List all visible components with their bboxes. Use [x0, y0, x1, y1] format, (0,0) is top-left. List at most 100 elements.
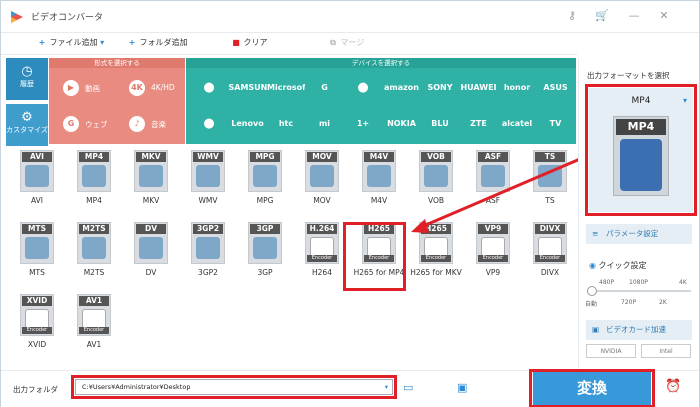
- format-label: XVID: [27, 340, 47, 349]
- device-sony[interactable]: SONY: [421, 70, 459, 106]
- format-tile[interactable]: AVI AVI: [7, 148, 67, 218]
- format-tile[interactable]: MOV MOV: [292, 148, 352, 218]
- format-label: WMV: [198, 196, 218, 205]
- minimize-button[interactable]: —: [625, 7, 643, 25]
- device-htc[interactable]: htc: [267, 106, 305, 142]
- device-zte[interactable]: ZTE: [460, 106, 498, 142]
- format-label: TS: [545, 196, 555, 205]
- format-tile[interactable]: TS TS: [520, 148, 580, 218]
- device-tv[interactable]: TV: [537, 106, 575, 142]
- format-thumbnail-icon: MPG: [248, 150, 282, 192]
- dropdown-arrow-icon[interactable]: ▾: [100, 38, 104, 47]
- format-tile[interactable]: MKV MKV: [121, 148, 181, 218]
- device-icon-0[interactable]: ●: [190, 70, 228, 106]
- format-thumb-title: M4V: [364, 152, 394, 162]
- device-huawei[interactable]: HUAWEI: [460, 70, 498, 106]
- format-tile[interactable]: 3GP2 3GP2: [178, 220, 238, 290]
- encoder-badge: Encoder: [478, 255, 508, 262]
- history-category[interactable]: ◷ 履歴: [6, 58, 48, 100]
- format-tile[interactable]: ASF ASF: [463, 148, 523, 218]
- cart-icon[interactable]: 🛒: [593, 7, 611, 25]
- close-button[interactable]: ✕: [655, 7, 673, 25]
- quality-480p: 480P: [599, 279, 615, 286]
- format-video[interactable]: ▶ 動画: [53, 72, 117, 104]
- alarm-clock-icon[interactable]: ⏰: [665, 379, 681, 394]
- format-thumbnail-icon: VOB: [419, 150, 453, 192]
- format-tile[interactable]: XVID Encoder XVID: [7, 292, 67, 362]
- format-thumb-title: MP4: [79, 152, 109, 162]
- format-web-label: ウェブ: [85, 120, 108, 129]
- gpu-acceleration-button[interactable]: ▣ ビデオカード加速: [586, 320, 692, 340]
- format-thumbnail-icon: MKV: [134, 150, 168, 192]
- format-tile[interactable]: AV1 Encoder AV1: [64, 292, 124, 362]
- motorola-icon: ●: [203, 116, 215, 131]
- device-icon-0[interactable]: ●: [190, 106, 228, 142]
- format-thumb-title: 3GP2: [193, 224, 223, 234]
- format-thumbnail-icon: MOV: [305, 150, 339, 192]
- parameter-settings-button[interactable]: ≡ パラメータ設定: [586, 224, 692, 244]
- device-icon-4[interactable]: ●: [344, 70, 382, 106]
- toolbar: + ファイル追加 ▾ + フォルダ追加 ■ クリア ⧉ マージ: [1, 33, 577, 55]
- device-microsoft[interactable]: Microsoft: [267, 70, 305, 106]
- format-tile[interactable]: DV DV: [121, 220, 181, 290]
- quality-4k: 4K: [679, 279, 687, 286]
- format-label: DIVX: [540, 268, 560, 277]
- device-1-[interactable]: 1+: [344, 106, 382, 142]
- encoder-badge: Encoder: [22, 327, 52, 334]
- format-label: MTS: [29, 268, 45, 277]
- device-samsung[interactable]: SAMSUNG: [229, 70, 267, 106]
- format-art: [253, 165, 277, 187]
- format-tile[interactable]: VOB VOB: [406, 148, 466, 218]
- customize-category[interactable]: ⚙ カスタマイズ: [6, 104, 48, 146]
- format-tile[interactable]: MTS MTS: [7, 220, 67, 290]
- device-amazon[interactable]: amazon: [383, 70, 421, 106]
- device-nokia[interactable]: NOKIA: [383, 106, 421, 142]
- format-web[interactable]: G ウェブ: [53, 108, 117, 140]
- add-file-button[interactable]: + ファイル追加 ▾: [37, 37, 104, 51]
- nvidia-badge[interactable]: NVIDIA: [586, 344, 636, 358]
- device-honor[interactable]: honor: [498, 70, 536, 106]
- device-alcatel[interactable]: alcatel: [498, 106, 536, 142]
- device-g[interactable]: G: [306, 70, 344, 106]
- category-sidebar: ◷ 履歴 ⚙ カスタマイズ: [6, 58, 48, 146]
- format-thumb-title: AVI: [22, 152, 52, 162]
- format-label: AV1: [86, 340, 102, 349]
- clear-button[interactable]: ■ クリア: [231, 37, 267, 51]
- add-folder-button[interactable]: + フォルダ追加: [127, 37, 188, 51]
- format-music-label: 音楽: [151, 120, 166, 129]
- format-grid: AVI AVI MP4 MP4 MKV MKV WMV WMV MPG MPG MOV MOV M4V M…: [7, 148, 577, 370]
- device-mi[interactable]: mi: [306, 106, 344, 142]
- quality-slider[interactable]: [589, 290, 691, 292]
- folder-browse-icon[interactable]: ▣: [457, 381, 467, 394]
- format-tile[interactable]: DIVX Encoder DIVX: [520, 220, 580, 290]
- title-bar: ビデオコンバータ ⚷ 🛒 — ✕: [1, 1, 699, 33]
- format-tile[interactable]: VP9 Encoder VP9: [463, 220, 523, 290]
- format-thumbnail-icon: TS: [533, 150, 567, 192]
- format-tile[interactable]: WMV WMV: [178, 148, 238, 218]
- format-music[interactable]: ♪ 音楽: [119, 108, 183, 140]
- format-label: VP9: [485, 268, 501, 277]
- merge-button[interactable]: ⧉ マージ: [328, 37, 364, 51]
- format-tile[interactable]: MPG MPG: [235, 148, 295, 218]
- format-thumb-title: H.264: [307, 224, 337, 234]
- output-folder-label: 出力フォルダ: [13, 385, 58, 394]
- format-thumbnail-icon: DV: [134, 222, 168, 264]
- format-tile[interactable]: M4V M4V: [349, 148, 409, 218]
- plus-icon: +: [38, 38, 46, 47]
- format-tile[interactable]: MP4 MP4: [64, 148, 124, 218]
- device-lenovo[interactable]: Lenovo: [229, 106, 267, 142]
- format-tile[interactable]: M2TS M2TS: [64, 220, 124, 290]
- output-format-title: 出力フォーマットを選択: [587, 71, 670, 80]
- format-label: M4V: [370, 196, 388, 205]
- format-tile[interactable]: 3GP 3GP: [235, 220, 295, 290]
- format-thumb-title: MTS: [22, 224, 52, 234]
- format-tile[interactable]: H265 Encoder H265 for MKV: [406, 220, 466, 290]
- device-blu[interactable]: BLU: [421, 106, 459, 142]
- format-4k-hd[interactable]: 4K 4K/HD: [119, 72, 183, 104]
- folder-open-icon[interactable]: ▭: [403, 381, 413, 394]
- key-icon[interactable]: ⚷: [563, 7, 581, 25]
- highlight-output-format: [585, 84, 697, 216]
- quality-slider-knob[interactable]: [587, 286, 597, 296]
- intel-badge[interactable]: Intel: [641, 344, 691, 358]
- device-asus[interactable]: ASUS: [537, 70, 575, 106]
